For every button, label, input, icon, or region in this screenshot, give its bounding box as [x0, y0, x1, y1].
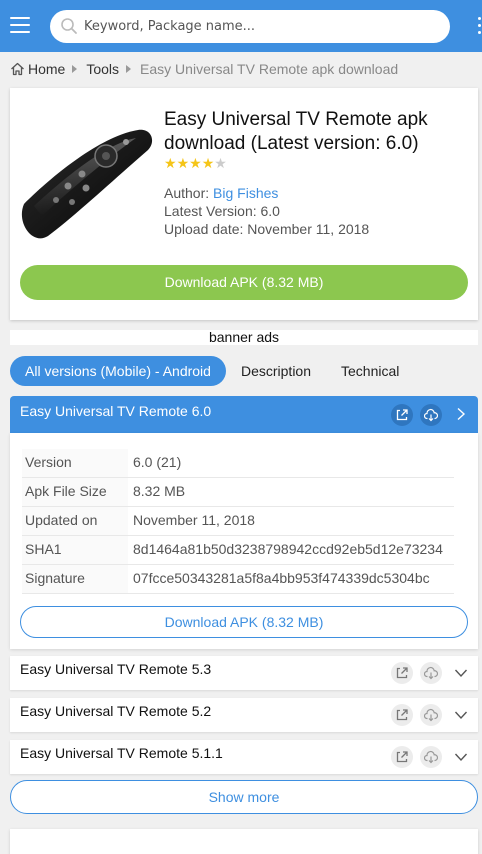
- author-link[interactable]: Big Fishes: [213, 185, 278, 201]
- more-icon[interactable]: [476, 17, 482, 37]
- next-section-card: [10, 829, 478, 854]
- breadcrumb: Home Tools Easy Universal TV Remote apk …: [10, 60, 398, 78]
- external-link-icon[interactable]: [391, 662, 413, 684]
- spec-row: Apk File Size 8.32 MB: [22, 478, 454, 507]
- author-line: Author: Big Fishes: [164, 184, 369, 202]
- version-name: Easy Universal TV Remote 5.1.1: [20, 745, 223, 761]
- spec-row: SHA1 8d1464a81b50d3238798942ccd92eb5d12e…: [22, 536, 454, 565]
- spec-key: Apk File Size: [25, 483, 107, 499]
- version-details: Version 6.0 (21) Apk File Size 8.32 MB U…: [10, 433, 478, 649]
- cloud-download-icon[interactable]: [420, 704, 442, 726]
- external-link-icon[interactable]: [391, 704, 413, 726]
- download-version-button[interactable]: Download APK (8.32 MB): [20, 606, 468, 638]
- app-card: Easy Universal TV Remote apk download (L…: [10, 88, 478, 320]
- version-name: Easy Universal TV Remote 6.0: [20, 403, 212, 419]
- app-icon: [20, 108, 154, 242]
- version-name: Easy Universal TV Remote 5.3: [20, 661, 212, 677]
- app-meta: Author: Big Fishes Latest Version: 6.0 U…: [164, 184, 369, 238]
- top-bar: [0, 0, 482, 52]
- external-link-icon[interactable]: [391, 404, 413, 426]
- tab-technical[interactable]: Technical: [326, 356, 414, 386]
- show-more-button[interactable]: Show more: [10, 780, 478, 814]
- cloud-download-icon[interactable]: [420, 746, 442, 768]
- spec-key: Updated on: [25, 512, 98, 528]
- search-icon: [61, 18, 77, 34]
- spec-value: 8.32 MB: [133, 483, 186, 499]
- tab-bar: All versions (Mobile) - Android Descript…: [10, 356, 414, 386]
- breadcrumb-separator-icon: [126, 65, 132, 73]
- chevron-down-icon[interactable]: [454, 709, 468, 721]
- home-icon: [11, 62, 24, 76]
- breadcrumb-home[interactable]: Home: [28, 61, 65, 77]
- star-filled-icon: ★: [189, 155, 202, 171]
- version-header-expanded[interactable]: Easy Universal TV Remote 6.0: [10, 396, 478, 433]
- spec-row: Updated on November 11, 2018: [22, 507, 454, 536]
- spec-value: 6.0 (21): [133, 454, 182, 470]
- version-name: Easy Universal TV Remote 5.2: [20, 703, 212, 719]
- star-filled-icon: ★: [201, 155, 215, 171]
- download-apk-button[interactable]: Download APK (8.32 MB): [20, 265, 468, 300]
- search-input[interactable]: [84, 10, 440, 43]
- spec-row: Version 6.0 (21): [22, 449, 454, 478]
- spec-value: 07fcce50343281a5f8a4bb953f474339dc5304bc: [133, 570, 430, 586]
- menu-icon[interactable]: [10, 17, 30, 35]
- search-box[interactable]: [50, 10, 450, 43]
- latest-version: Latest Version: 6.0: [164, 203, 280, 219]
- tab-all-versions[interactable]: All versions (Mobile) - Android: [10, 356, 226, 386]
- rating-stars: ★ ★ ★ ★ ★: [164, 156, 227, 170]
- banner-ads: banner ads: [10, 330, 478, 345]
- breadcrumb-category[interactable]: Tools: [86, 61, 119, 77]
- tab-description[interactable]: Description: [226, 356, 326, 386]
- breadcrumb-current: Easy Universal TV Remote apk download: [140, 61, 399, 77]
- app-title: Easy Universal TV Remote apk download (L…: [164, 109, 428, 154]
- upload-date: Upload date: November 11, 2018: [164, 221, 370, 237]
- spec-value: November 11, 2018: [133, 512, 255, 528]
- spec-key: Version: [25, 454, 72, 470]
- star-filled-icon: ★: [164, 155, 177, 171]
- star-empty-icon: ★: [214, 155, 227, 171]
- version-row[interactable]: Easy Universal TV Remote 5.3: [10, 656, 478, 690]
- cloud-download-icon[interactable]: [420, 404, 442, 426]
- breadcrumb-separator-icon: [72, 65, 78, 73]
- author-label: Author:: [164, 185, 214, 201]
- spec-key: Signature: [25, 570, 85, 586]
- version-row[interactable]: Easy Universal TV Remote 5.1.1: [10, 740, 478, 774]
- chevron-right-icon[interactable]: [455, 407, 467, 421]
- external-link-icon[interactable]: [391, 746, 413, 768]
- spec-key: SHA1: [25, 541, 62, 557]
- cloud-download-icon[interactable]: [420, 662, 442, 684]
- star-filled-icon: ★: [176, 155, 190, 171]
- version-row[interactable]: Easy Universal TV Remote 5.2: [10, 698, 478, 732]
- spec-value: 8d1464a81b50d3238798942ccd92eb5d12e73234: [133, 541, 443, 557]
- chevron-down-icon[interactable]: [454, 667, 468, 679]
- chevron-down-icon[interactable]: [454, 751, 468, 763]
- spec-row: Signature 07fcce50343281a5f8a4bb953f4743…: [22, 565, 454, 594]
